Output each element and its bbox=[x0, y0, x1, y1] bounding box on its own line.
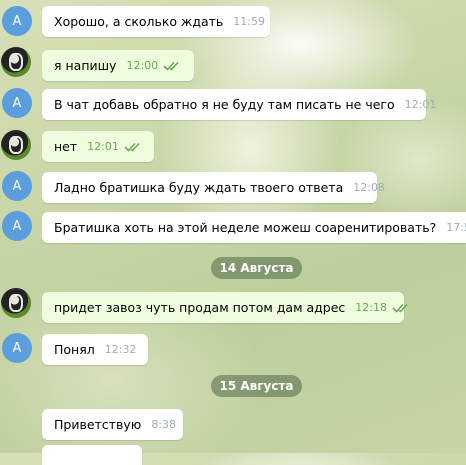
message-bubble[interactable]: Хорошо, а сколько ждать 11:59 bbox=[42, 6, 270, 37]
double-check-icon bbox=[124, 142, 142, 152]
avatar[interactable] bbox=[1, 47, 31, 77]
message-bubble[interactable]: я напишу 12:00 bbox=[42, 50, 194, 81]
avatar[interactable]: A bbox=[2, 6, 32, 36]
message-text: Ладно братишка буду ждать твоего ответа bbox=[54, 180, 344, 195]
message-text: я напишу bbox=[54, 58, 117, 73]
avatar[interactable]: A bbox=[2, 211, 32, 241]
date-separator: 14 Августа bbox=[211, 257, 302, 279]
message-text: Понял bbox=[54, 342, 95, 357]
message-bubble[interactable]: нет 12:01 bbox=[42, 131, 154, 162]
message-bubble[interactable]: придет завоз чуть продам потом дам адрес… bbox=[42, 292, 408, 323]
message-time: 12:32 bbox=[104, 343, 137, 356]
date-separator: 15 Августа bbox=[211, 375, 302, 397]
message-bubble[interactable]: Ладно братишка буду ждать твоего ответа … bbox=[42, 172, 385, 203]
message-text: Приветствую bbox=[54, 417, 142, 432]
avatar[interactable]: A bbox=[2, 88, 32, 118]
avatar[interactable]: A bbox=[2, 171, 32, 201]
message-text: придет завоз чуть продам потом дам адрес bbox=[54, 300, 346, 315]
message-bubble[interactable]: Братишка хоть на этой неделе можеш соаре… bbox=[42, 212, 466, 243]
message-time: 12:18 bbox=[355, 301, 387, 314]
message-time: 12:01 bbox=[87, 140, 119, 153]
message-bubble[interactable]: В чат добавь обратно я не буду там писат… bbox=[42, 89, 436, 120]
message-text: нет bbox=[54, 139, 78, 154]
message-bubble[interactable] bbox=[42, 445, 142, 465]
message-time: 12:08 bbox=[353, 181, 385, 194]
message-text: Братишка хоть на этой неделе можеш соаре… bbox=[54, 220, 437, 235]
message-bubble[interactable]: Приветствую 8:38 bbox=[42, 409, 183, 440]
message-time: 8:38 bbox=[151, 418, 176, 431]
avatar[interactable] bbox=[1, 130, 31, 160]
message-time: 12:00 bbox=[126, 59, 159, 72]
double-check-icon bbox=[163, 61, 181, 71]
avatar[interactable] bbox=[1, 288, 31, 318]
double-check-icon bbox=[392, 303, 410, 313]
avatar[interactable]: A bbox=[2, 333, 32, 363]
message-time: 12:01 bbox=[404, 98, 437, 111]
message-text: В чат добавь обратно я не буду там писат… bbox=[54, 97, 395, 112]
message-bubble[interactable]: Понял 12:32 bbox=[42, 334, 148, 365]
message-time: 17:53 bbox=[446, 221, 466, 234]
message-time: 11:59 bbox=[233, 15, 265, 28]
message-text: Хорошо, а сколько ждать bbox=[54, 14, 224, 29]
